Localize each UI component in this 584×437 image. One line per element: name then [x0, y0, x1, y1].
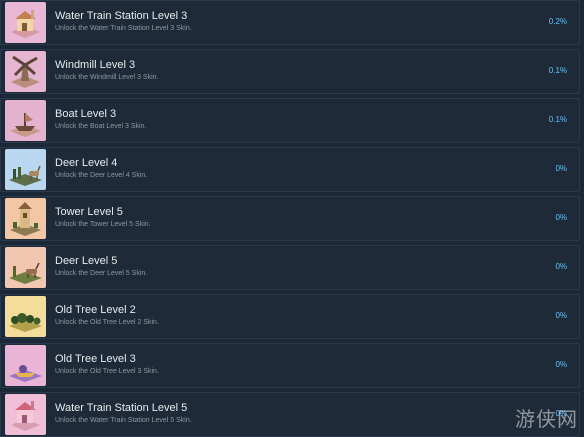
achievement-title: Boat Level 3 [55, 108, 117, 120]
achievement-description: Unlock the Deer Level 4 Skin. [55, 172, 148, 179]
achievement-row[interactable]: Water Train Station Level 5 Unlock the W… [0, 392, 580, 437]
old-tree-icon [5, 345, 46, 386]
achievement-row[interactable]: Old Tree Level 2 Unlock the Old Tree Lev… [0, 294, 580, 339]
boat-icon [5, 100, 46, 141]
achievement-percent: 0.2% [548, 17, 567, 26]
deer-icon [5, 149, 46, 190]
achievement-row[interactable]: Boat Level 3 Unlock the Boat Level 3 Ski… [0, 98, 580, 143]
achievement-description: Unlock the Boat Level 3 Skin. [55, 123, 147, 130]
watermark: 游侠网 [515, 407, 578, 431]
achievement-title: Windmill Level 3 [55, 59, 136, 71]
windmill-icon [5, 51, 46, 92]
achievement-title: Water Train Station Level 5 [55, 402, 188, 414]
achievement-percent: 0% [555, 360, 567, 369]
achievement-title: Deer Level 4 [55, 157, 118, 169]
achievement-description: Unlock the Deer Level 5 Skin. [55, 270, 148, 277]
achievement-percent: 0% [555, 262, 567, 271]
achievement-percent: 0% [555, 311, 567, 320]
achievement-title: Deer Level 5 [55, 255, 118, 267]
water-train-station-icon [5, 394, 46, 435]
achievement-title: Tower Level 5 [55, 206, 123, 218]
old-tree-icon [5, 296, 46, 337]
achievement-title: Old Tree Level 3 [55, 353, 136, 365]
achievement-row[interactable]: Water Train Station Level 3 Unlock the W… [0, 0, 580, 45]
achievement-percent: 0.1% [548, 66, 567, 75]
water-train-station-icon [5, 2, 46, 43]
achievement-description: Unlock the Old Tree Level 3 Skin. [55, 368, 159, 375]
achievement-title: Water Train Station Level 3 [55, 10, 188, 22]
achievement-description: Unlock the Tower Level 5 Skin. [55, 221, 151, 228]
achievement-description: Unlock the Old Tree Level 2 Skin. [55, 319, 159, 326]
achievement-description: Unlock the Water Train Station Level 5 S… [55, 417, 192, 424]
tower-icon [5, 198, 46, 239]
achievement-row[interactable]: Deer Level 5 Unlock the Deer Level 5 Ski… [0, 245, 580, 290]
achievement-percent: 0.1% [548, 115, 567, 124]
achievement-row[interactable]: Tower Level 5 Unlock the Tower Level 5 S… [0, 196, 580, 241]
achievement-description: Unlock the Windmill Level 3 Skin. [55, 74, 159, 81]
achievement-row[interactable]: Deer Level 4 Unlock the Deer Level 4 Ski… [0, 147, 580, 192]
achievement-percent: 0% [555, 164, 567, 173]
achievement-row[interactable]: Windmill Level 3 Unlock the Windmill Lev… [0, 49, 580, 94]
achievement-title: Old Tree Level 2 [55, 304, 136, 316]
achievement-row[interactable]: Old Tree Level 3 Unlock the Old Tree Lev… [0, 343, 580, 388]
achievement-description: Unlock the Water Train Station Level 3 S… [55, 25, 192, 32]
deer-icon [5, 247, 46, 288]
achievement-percent: 0% [555, 213, 567, 222]
